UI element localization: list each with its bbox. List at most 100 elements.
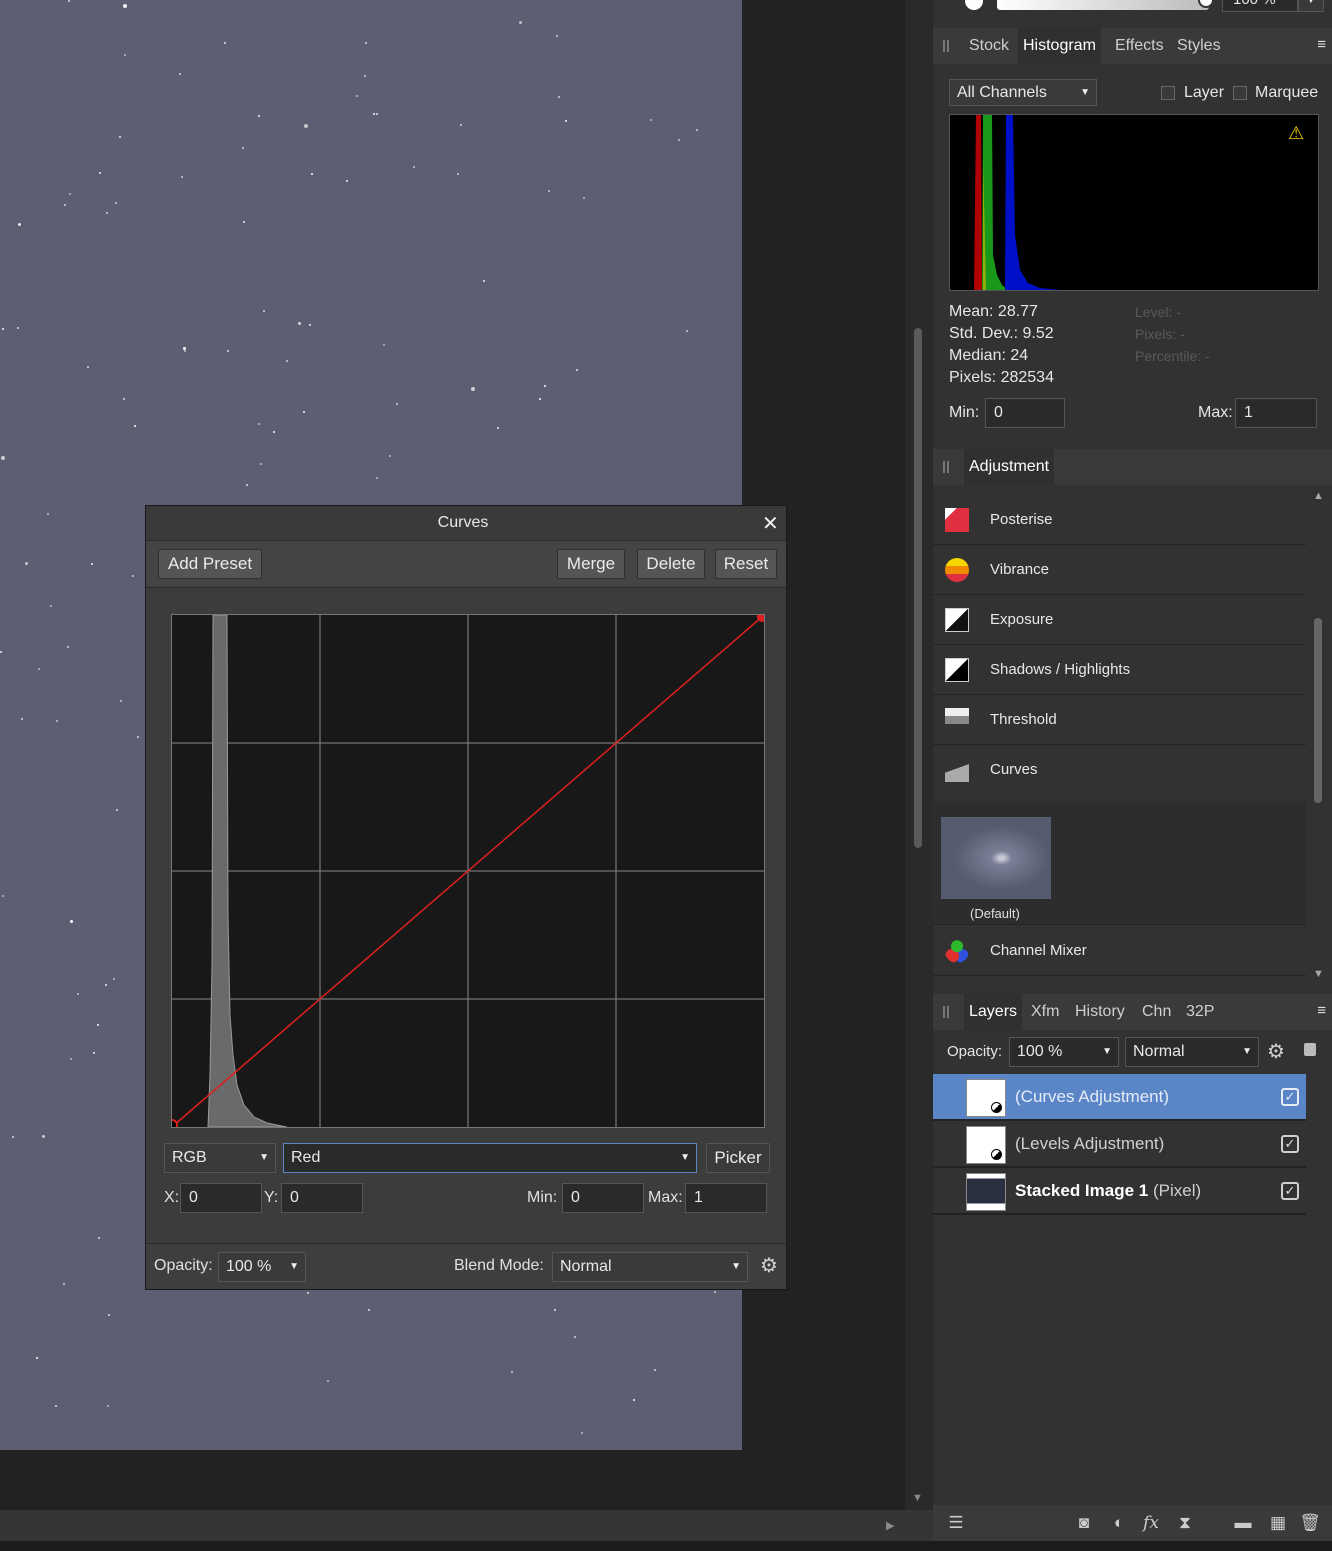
layer-opacity-select[interactable]: 100 % ▼: [1009, 1037, 1119, 1067]
curve-editor[interactable]: [166, 612, 767, 1131]
adjustment-posterise[interactable]: Posterise: [933, 495, 1306, 545]
opacity-select[interactable]: 100 % ▼: [218, 1252, 306, 1282]
scroll-right-arrow-icon[interactable]: ▶: [886, 1519, 894, 1532]
drag-handle-icon[interactable]: [943, 40, 949, 52]
tab-effects[interactable]: Effects: [1110, 28, 1169, 64]
marquee-checkbox[interactable]: [1233, 86, 1247, 100]
star: [18, 223, 21, 226]
histogram-level: Level: -: [1135, 304, 1181, 320]
reset-button[interactable]: Reset: [715, 549, 777, 579]
curve-point-black[interactable]: [166, 1119, 178, 1131]
drag-handle-icon[interactable]: [943, 461, 949, 473]
vertical-scroll-thumb[interactable]: [914, 328, 922, 848]
star: [457, 173, 459, 175]
tab-adjustment[interactable]: Adjustment: [964, 449, 1055, 485]
delete-button[interactable]: Delete: [637, 549, 705, 579]
tab-styles[interactable]: Styles: [1172, 28, 1226, 64]
blend-mode-select[interactable]: Normal ▼: [552, 1252, 748, 1282]
chevron-down-icon[interactable]: ▼: [1298, 0, 1324, 12]
min-input[interactable]: 0: [562, 1183, 644, 1213]
layer-row-curves[interactable]: (Curves Adjustment) ✓: [933, 1074, 1306, 1121]
folder-icon[interactable]: ▬: [1232, 1512, 1254, 1534]
curve-graph[interactable]: [166, 612, 767, 1131]
adjustment-shadows-highlights[interactable]: Shadows / Highlights: [933, 645, 1306, 695]
tab-layers[interactable]: Layers: [964, 994, 1023, 1030]
visibility-checkbox[interactable]: ✓: [1281, 1135, 1299, 1153]
chevron-down-icon: ▼: [1080, 87, 1090, 98]
tab-histogram[interactable]: Histogram: [1018, 28, 1101, 64]
star: [307, 1292, 309, 1294]
drag-handle-icon[interactable]: [943, 1006, 949, 1018]
panel-menu-icon[interactable]: ≡: [1317, 1002, 1326, 1019]
chevron-down-icon: ▼: [731, 1261, 741, 1272]
tab-history[interactable]: History: [1070, 994, 1130, 1030]
curves-dialog: Curves ✕ Add Preset Merge Delete Reset R…: [145, 505, 787, 1290]
top-opacity-strip: 100 % ▼: [933, 0, 1332, 28]
layer-blend-select[interactable]: Normal ▼: [1125, 1037, 1259, 1067]
star: [565, 120, 567, 122]
y-input[interactable]: 0: [281, 1183, 363, 1213]
channel-select[interactable]: Red ▼: [283, 1143, 697, 1173]
visibility-checkbox[interactable]: ✓: [1281, 1182, 1299, 1200]
layers-stack-icon[interactable]: ☰: [945, 1512, 967, 1534]
star: [132, 575, 134, 577]
adjustment-label: Channel Mixer: [990, 942, 1087, 959]
fx-icon[interactable]: fx: [1140, 1512, 1162, 1534]
adjustment-exposure[interactable]: Exposure: [933, 595, 1306, 645]
x-input[interactable]: 0: [180, 1183, 262, 1213]
layer-checkbox[interactable]: [1161, 86, 1175, 100]
star: [654, 1369, 656, 1371]
colour-space-value: RGB: [172, 1149, 207, 1166]
star: [376, 477, 378, 479]
opacity-field[interactable]: 100 %: [1222, 0, 1298, 12]
adjustment-threshold[interactable]: Threshold: [933, 695, 1306, 745]
adjustment-curves[interactable]: Curves: [933, 745, 1306, 795]
preset-thumbnail[interactable]: [941, 817, 1051, 899]
opacity-slider[interactable]: [997, 0, 1209, 10]
pixel-layer-icon[interactable]: ▦: [1267, 1512, 1289, 1534]
trash-icon[interactable]: 🗑: [1299, 1512, 1321, 1534]
star: [42, 1135, 45, 1138]
histogram-graph[interactable]: ⚠: [949, 114, 1319, 291]
star: [36, 1357, 38, 1359]
adjustment-icon[interactable]: ◐: [1108, 1512, 1130, 1534]
picker-button[interactable]: Picker: [706, 1143, 770, 1173]
y-label: Y:: [264, 1189, 279, 1206]
adjustment-layer-thumbnail: [966, 1079, 1006, 1117]
dialog-titlebar[interactable]: Curves ✕: [146, 506, 786, 540]
star: [12, 1136, 14, 1138]
adjustment-channel-mixer[interactable]: Channel Mixer: [933, 926, 1306, 976]
adjustment-scroll-thumb[interactable]: [1314, 618, 1322, 803]
star: [119, 136, 121, 138]
colour-swatch-icon[interactable]: [965, 0, 983, 10]
star: [25, 562, 28, 565]
layer-row-levels[interactable]: (Levels Adjustment) ✓: [933, 1121, 1306, 1168]
histogram-max-input[interactable]: 1: [1235, 398, 1317, 428]
histogram-min-input[interactable]: 0: [985, 398, 1065, 428]
pixel-layer-thumbnail: [966, 1173, 1006, 1211]
mask-icon[interactable]: ◙: [1073, 1512, 1095, 1534]
scroll-down-arrow-icon[interactable]: ▼: [1313, 968, 1324, 980]
tab-chn[interactable]: Chn: [1137, 994, 1176, 1030]
scroll-up-arrow-icon[interactable]: ▲: [1313, 490, 1324, 502]
scroll-down-arrow-icon[interactable]: ▼: [912, 1492, 923, 1504]
layer-row-stacked-image[interactable]: Stacked Image 1 (Pixel) ✓: [933, 1168, 1306, 1215]
tab-xfm[interactable]: Xfm: [1026, 994, 1064, 1030]
panel-menu-icon[interactable]: ≡: [1317, 36, 1326, 53]
colour-space-select[interactable]: RGB ▼: [164, 1143, 276, 1173]
live-filter-icon[interactable]: ⧗: [1174, 1512, 1196, 1534]
merge-button[interactable]: Merge: [557, 549, 625, 579]
adjustment-list: Posterise Vibrance Exposure Shadows / Hi…: [933, 495, 1306, 977]
gear-icon[interactable]: ⚙: [1267, 1039, 1285, 1064]
tab-stock[interactable]: Stock: [964, 28, 1014, 64]
max-input[interactable]: 1: [685, 1183, 767, 1213]
adjustment-vibrance[interactable]: Vibrance: [933, 545, 1306, 595]
lock-icon[interactable]: [1304, 1043, 1316, 1056]
add-preset-button[interactable]: Add Preset: [158, 549, 262, 579]
histogram-channel-select[interactable]: All Channels ▼: [949, 79, 1097, 106]
gear-icon[interactable]: ⚙: [760, 1253, 778, 1278]
close-icon[interactable]: ✕: [762, 511, 779, 536]
horizontal-scrollbar[interactable]: [0, 1510, 933, 1541]
tab-32p[interactable]: 32P: [1181, 994, 1219, 1030]
visibility-checkbox[interactable]: ✓: [1281, 1088, 1299, 1106]
